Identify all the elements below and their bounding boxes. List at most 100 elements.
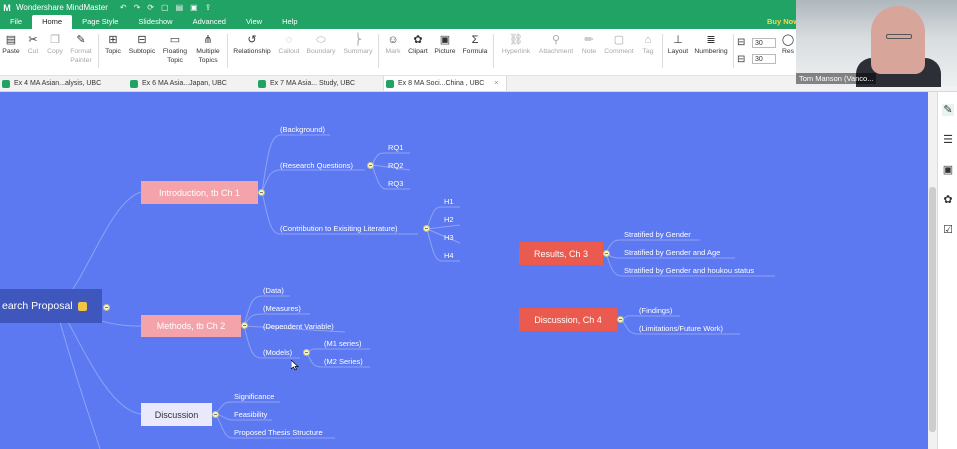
undo-icon[interactable]: ↶ (120, 3, 127, 12)
subtopic-rq3[interactable]: RQ3 (388, 179, 403, 188)
tab-document[interactable]: Ex 7 MA Asia... Study, UBC (256, 76, 382, 91)
subtopic-h1[interactable]: H1 (444, 197, 454, 206)
comment-button[interactable]: ▢ Comment (602, 33, 636, 56)
numbering-button[interactable]: ≣ Numbering (692, 33, 730, 56)
menu-page-style[interactable]: Page Style (72, 15, 128, 29)
task-icon[interactable]: ☑ (942, 224, 954, 236)
mindmaster-file-icon (2, 79, 10, 88)
format-painter-button[interactable]: ✎ Format Painter (68, 33, 94, 65)
hyperlink-button[interactable]: ⛓ Hyperlink (498, 33, 534, 56)
reset-button[interactable]: ◯ Res (781, 33, 795, 56)
topic-discussion[interactable]: Discussion (141, 403, 212, 426)
subtopic-stratified-gender-age[interactable]: Stratified by Gender and Age (624, 248, 720, 257)
summary-button[interactable]: ⎬ Summary (341, 33, 375, 56)
copy-button[interactable]: ❐ Copy (46, 33, 64, 56)
formula-button[interactable]: Σ Formula (460, 33, 490, 56)
menu-home[interactable]: Home (32, 15, 73, 29)
vertical-scrollbar[interactable] (928, 92, 937, 449)
cut-button[interactable]: ✂ Cut (25, 33, 41, 56)
subtopic-h4[interactable]: H4 (444, 251, 454, 260)
collapse-toggle[interactable] (258, 189, 265, 196)
clipart-button[interactable]: ✿ Clipart (406, 33, 430, 56)
subtopic-stratified-gender-houkou[interactable]: Stratified by Gender and houkou status (624, 266, 754, 275)
subtopic-rq2[interactable]: RQ2 (388, 161, 403, 170)
multiple-topics-button[interactable]: ⋔ Multiple Topics (192, 33, 224, 65)
tag-button[interactable]: ⌂ Tag (638, 33, 658, 56)
tab-document[interactable]: Ex 6 MA Asia...Japan, UBC (128, 76, 254, 91)
topic-introduction[interactable]: Introduction, tb Ch 1 (141, 181, 258, 204)
subtopic-dependent-variable[interactable]: (Dependent Variable) (263, 322, 334, 331)
scrollbar-thumb[interactable] (929, 187, 936, 432)
subtopic-h3[interactable]: H3 (444, 233, 454, 242)
format-brush-icon[interactable]: ✎ (942, 104, 954, 116)
menu-advanced[interactable]: Advanced (183, 15, 236, 29)
mark-button[interactable]: ☺ Mark (382, 33, 404, 56)
subtopic-measures[interactable]: (Measures) (263, 304, 301, 313)
open-folder-icon[interactable]: ▤ (176, 3, 184, 12)
clipart-icon: ✿ (413, 34, 423, 46)
clipart-icon[interactable]: ✿ (942, 194, 954, 206)
new-file-icon[interactable]: ▢ (161, 3, 169, 12)
webcam-overlay: Tom Manson (Vanco... (796, 0, 957, 87)
horizontal-spacing-input[interactable]: 30 (752, 38, 776, 48)
subtopic-findings[interactable]: (Findings) (639, 306, 672, 315)
mindmap-canvas[interactable]: earch Proposal Introduction, tb Ch 1 (Ba… (0, 92, 928, 449)
collapse-toggle[interactable] (423, 225, 430, 232)
menu-slideshow[interactable]: Slideshow (128, 15, 182, 29)
subtopic-background[interactable]: (Background) (280, 125, 325, 134)
collapse-toggle[interactable] (241, 322, 248, 329)
collapse-toggle[interactable] (603, 250, 610, 257)
collapse-toggle[interactable] (303, 349, 310, 356)
participant-name: Tom Manson (Vanco... (796, 73, 877, 84)
topic-discussion-ch4[interactable]: Discussion, Ch 4 (519, 308, 617, 331)
subtopic-m2-series[interactable]: (M2 Series) (324, 357, 363, 366)
topic-results[interactable]: Results, Ch 3 (519, 242, 603, 265)
topic-button[interactable]: ⊞ Topic (102, 33, 124, 56)
subtopic-h2[interactable]: H2 (444, 215, 454, 224)
subtopic-significance[interactable]: Significance (234, 392, 274, 401)
subtopic-icon: ⊟ (137, 34, 147, 46)
note-button[interactable]: ✏ Note (578, 33, 600, 56)
subtopic-stratified-gender[interactable]: Stratified by Gender (624, 230, 691, 239)
menu-file[interactable]: File (0, 15, 32, 29)
save-icon[interactable]: ▣ (190, 3, 198, 12)
attachment-button[interactable]: ⚲ Attachment (536, 33, 576, 56)
collapse-toggle[interactable] (103, 304, 110, 311)
callout-button[interactable]: ◌ Callout (276, 33, 302, 56)
menu-view[interactable]: View (236, 15, 272, 29)
export-icon[interactable]: ⇪ (205, 3, 212, 12)
subtopic-models[interactable]: (Models) (263, 348, 292, 357)
picture-button[interactable]: ▣ Picture (432, 33, 458, 56)
vertical-spacing-input[interactable]: 30 (752, 54, 776, 64)
collapse-toggle[interactable] (617, 316, 624, 323)
menu-help[interactable]: Help (272, 15, 307, 29)
close-tab-icon[interactable]: × (494, 76, 498, 91)
subtopic-m1-series[interactable]: (M1 series) (324, 339, 362, 348)
collapse-toggle[interactable] (212, 411, 219, 418)
tab-document[interactable]: Ex 4 MA Asian...alysis, UBC (0, 76, 126, 91)
gallery-icon[interactable]: ▣ (942, 164, 954, 176)
subtopic-button[interactable]: ⊟ Subtopic (127, 33, 157, 56)
boundary-button[interactable]: ⬭ Boundary (304, 33, 338, 56)
subtopic-data[interactable]: (Data) (263, 286, 284, 295)
paste-button[interactable]: ▤ Paste (2, 33, 20, 56)
floating-topic-button[interactable]: ▭ Floating Topic (160, 33, 190, 65)
buy-now-link[interactable]: Buy Now (767, 15, 799, 29)
redo-icon[interactable]: ↷ (134, 3, 141, 12)
note-icon[interactable] (77, 301, 87, 311)
subtopic-contribution[interactable]: (Contribution to Exisiting Literature) (280, 224, 398, 233)
root-topic[interactable]: earch Proposal (0, 289, 102, 323)
outline-icon[interactable]: ☰ (942, 134, 954, 146)
subtopic-feasibility[interactable]: Feasibility (234, 410, 267, 419)
collapse-toggle[interactable] (367, 162, 374, 169)
tab-document-active[interactable]: Ex 8 MA Soci...China , UBC × (383, 76, 507, 91)
subtopic-proposed-thesis-structure[interactable]: Proposed Thesis Structure (234, 428, 323, 437)
topic-methods[interactable]: Methods, tb Ch 2 (141, 315, 241, 337)
tag-icon: ⌂ (644, 34, 652, 46)
refresh-icon[interactable]: ⟳ (147, 3, 154, 12)
relationship-button[interactable]: ↺ Relationship (230, 33, 274, 56)
subtopic-limitations[interactable]: (Limitations/Future Work) (639, 324, 723, 333)
subtopic-research-questions[interactable]: (Research Questions) (280, 161, 353, 170)
subtopic-rq1[interactable]: RQ1 (388, 143, 403, 152)
layout-button[interactable]: ⊥ Layout (665, 33, 691, 56)
